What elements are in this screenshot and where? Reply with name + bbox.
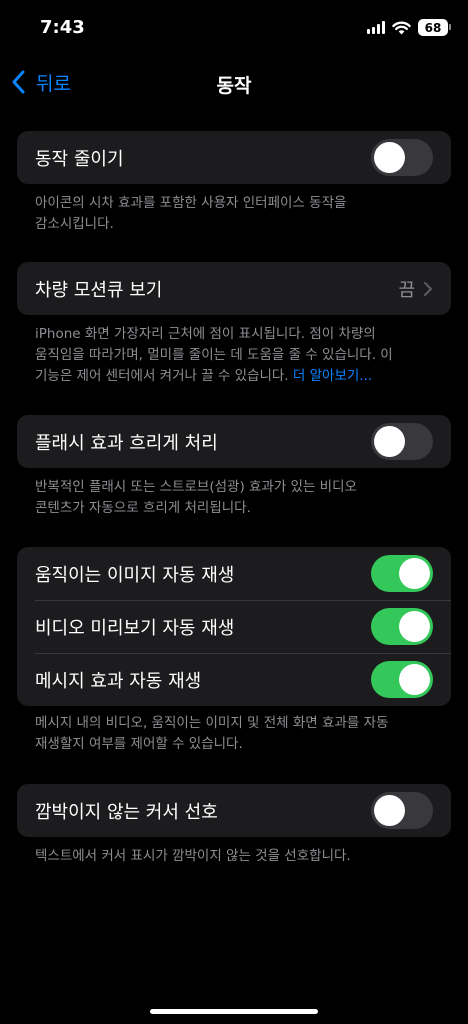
footer-text: 기능은 제어 센터에서 켜거나 끌 수 있습니다. [35,368,289,384]
autoplay-animated-images-row[interactable]: 움직이는 이미지 자동 재생 [17,547,451,600]
toggle-knob [374,142,405,173]
learn-more-link[interactable]: 더 알아보기... [293,368,372,384]
vehicle-motion-cues-row[interactable]: 차량 모션큐 보기 끔 [17,262,451,315]
dim-flashing-footer: 반복적인 플래시 또는 스트로브(섬광) 효과가 있는 비디오 콘텐츠가 자동으… [35,477,435,519]
non-blinking-cursor-label: 깜박이지 않는 커서 선호 [35,801,218,823]
autoplay-message-effects-toggle[interactable] [371,661,433,698]
navigation-bar: 뒤로 동작 [0,62,468,102]
footer-line: 메시지 내의 비디오, 움직이는 이미지 및 전체 화면 효과를 자동 [35,715,389,731]
footer-line: 콘텐츠가 자동으로 흐리게 처리됩니다. [35,500,251,516]
autoplay-footer: 메시지 내의 비디오, 움직이는 이미지 및 전체 화면 효과를 자동 재생할지… [35,713,435,755]
reduce-motion-group: 동작 줄이기 [17,131,451,184]
toggle-knob [399,558,430,589]
toggle-knob [399,664,430,695]
toggle-knob [374,426,405,457]
autoplay-animated-images-label: 움직이는 이미지 자동 재생 [35,564,235,586]
autoplay-video-previews-label: 비디오 미리보기 자동 재생 [35,617,235,639]
toggle-knob [374,795,405,826]
home-indicator[interactable] [150,1009,318,1014]
wifi-icon [392,21,411,34]
footer-line: 감소시킵니다. [35,216,114,232]
battery-level: 68 [424,20,442,35]
status-icons: 68 [367,19,451,36]
vehicle-motion-cues-label: 차량 모션큐 보기 [35,279,163,301]
dim-flashing-group: 플래시 효과 흐리게 처리 [17,415,451,468]
dim-flashing-row[interactable]: 플래시 효과 흐리게 처리 [17,415,451,468]
reduce-motion-toggle[interactable] [371,139,433,176]
non-blinking-cursor-row[interactable]: 깜박이지 않는 커서 선호 [17,784,451,837]
non-blinking-cursor-group: 깜박이지 않는 커서 선호 [17,784,451,837]
cellular-signal-icon [367,21,385,34]
footer-line: iPhone 화면 가장자리 근처에 점이 표시됩니다. 점이 차량의 [35,326,376,342]
footer-line: 기능은 제어 센터에서 켜거나 끌 수 있습니다. 더 알아보기... [35,366,435,387]
vehicle-motion-cues-group: 차량 모션큐 보기 끔 [17,262,451,315]
chevron-right-icon [423,281,433,296]
autoplay-group: 움직이는 이미지 자동 재생 비디오 미리보기 자동 재생 메시지 효과 자동 … [17,547,451,706]
non-blinking-cursor-footer: 텍스트에서 커서 표시가 깜박이지 않는 것을 선호합니다. [35,846,435,867]
footer-line: 텍스트에서 커서 표시가 깜박이지 않는 것을 선호합니다. [35,848,351,864]
vehicle-motion-cues-footer: iPhone 화면 가장자리 근처에 점이 표시됩니다. 점이 차량의 움직임을… [35,324,435,387]
dim-flashing-toggle[interactable] [371,423,433,460]
autoplay-animated-images-toggle[interactable] [371,555,433,592]
vehicle-motion-cues-value: 끔 [398,279,415,301]
status-bar: 7:43 68 [0,0,468,56]
reduce-motion-footer: 아이콘의 시차 효과를 포함한 사용자 인터페이스 동작을 감소시킵니다. [35,193,435,235]
footer-line: 반복적인 플래시 또는 스트로브(섬광) 효과가 있는 비디오 [35,479,357,495]
autoplay-message-effects-label: 메시지 효과 자동 재생 [35,670,202,692]
non-blinking-cursor-toggle[interactable] [371,792,433,829]
autoplay-video-previews-toggle[interactable] [371,608,433,645]
footer-line: 움직임을 따라가며, 멀미를 줄이는 데 도움을 줄 수 있습니다. 이 [35,347,393,363]
reduce-motion-label: 동작 줄이기 [35,148,124,170]
footer-line: 재생할지 여부를 제어할 수 있습니다. [35,736,243,752]
footer-line: 아이콘의 시차 효과를 포함한 사용자 인터페이스 동작을 [35,195,347,211]
autoplay-video-previews-row[interactable]: 비디오 미리보기 자동 재생 [17,600,451,653]
dim-flashing-label: 플래시 효과 흐리게 처리 [35,432,218,454]
status-time: 7:43 [40,17,85,38]
reduce-motion-row[interactable]: 동작 줄이기 [17,131,451,184]
toggle-knob [399,611,430,642]
page-title: 동작 [216,75,252,97]
autoplay-message-effects-row[interactable]: 메시지 효과 자동 재생 [17,653,451,706]
battery-icon: 68 [418,19,451,36]
